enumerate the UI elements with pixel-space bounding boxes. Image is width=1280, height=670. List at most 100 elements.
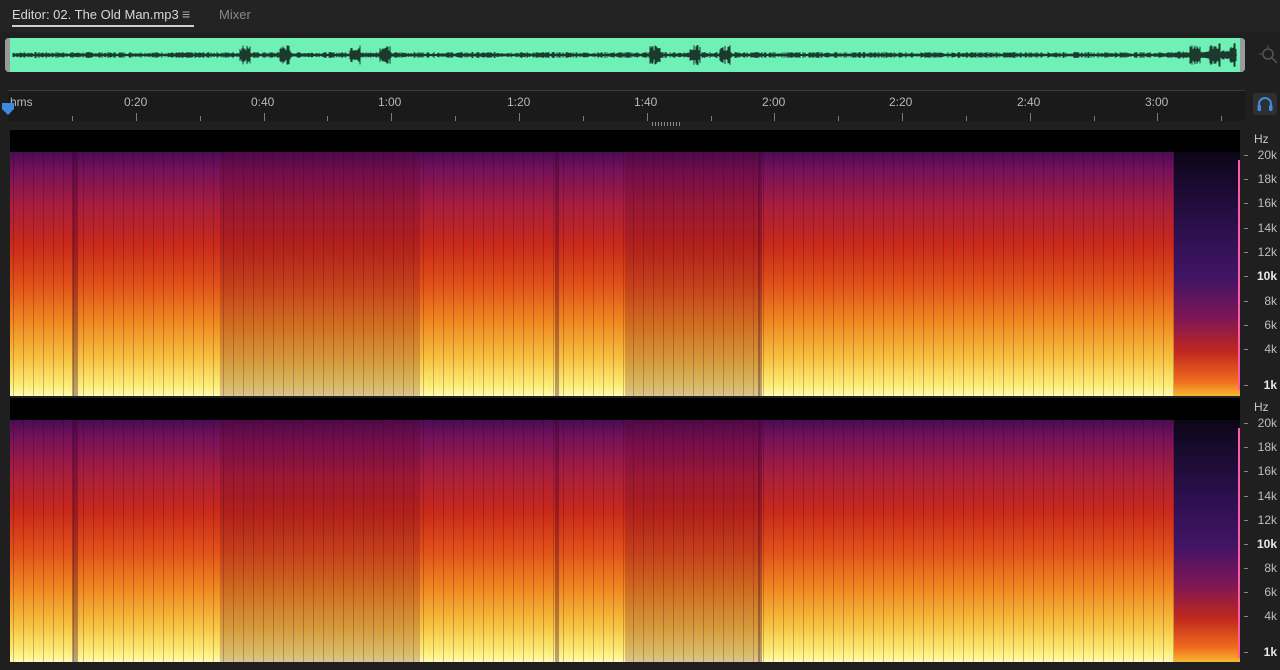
frequency-axis-right[interactable]: Hz 20k 18k 16k 14k 12k 10k 8k 6k 4k 1k <box>1244 398 1280 662</box>
frequency-tick <box>1244 496 1248 497</box>
frequency-unit-label: Hz <box>1254 132 1269 146</box>
spectral-gap <box>758 420 762 662</box>
headphones-button[interactable] <box>1253 93 1277 115</box>
ruler-tick <box>72 116 73 121</box>
ruler-tick <box>1157 113 1158 121</box>
frequency-tick <box>1244 349 1248 350</box>
frequency-tick <box>1244 616 1248 617</box>
frequency-tick <box>1244 471 1248 472</box>
playhead-icon[interactable] <box>2 103 14 115</box>
spectral-dense-region <box>220 420 420 662</box>
selection-marker <box>1238 428 1240 658</box>
ruler-tick <box>966 116 967 121</box>
spectral-dense-region <box>625 420 760 662</box>
frequency-label: 18k <box>1257 172 1277 186</box>
frequency-label: 20k <box>1257 416 1277 430</box>
frequency-label: 16k <box>1257 196 1277 210</box>
ruler-tick <box>1221 116 1222 121</box>
frequency-label: 12k <box>1257 245 1277 259</box>
ruler-tick-label: 2:20 <box>889 95 913 109</box>
overview-waveform[interactable] <box>5 38 1245 72</box>
frequency-tick <box>1244 520 1248 521</box>
frequency-label: 4k <box>1264 609 1277 623</box>
frequency-label: 1k <box>1263 378 1277 392</box>
overview-waveform-graphic <box>12 43 1237 67</box>
ruler-tick <box>647 113 648 121</box>
panel-menu-icon[interactable]: ≡ <box>182 6 190 22</box>
ruler-tick <box>838 116 839 121</box>
frequency-label: 6k <box>1264 585 1277 599</box>
spectral-display <box>10 152 1240 396</box>
ruler-tick-label: 0:20 <box>124 95 148 109</box>
ruler-tick <box>519 113 520 121</box>
frequency-tick <box>1244 325 1248 326</box>
spectral-dense-region <box>625 152 760 396</box>
frequency-label: 10k <box>1256 269 1277 283</box>
spectral-fadeout <box>1174 420 1240 662</box>
frequency-tick <box>1244 276 1248 277</box>
frequency-label: 1k <box>1263 645 1277 659</box>
selection-marker <box>1238 160 1240 390</box>
ruler-tick <box>711 116 712 121</box>
ruler-tick-label: 2:00 <box>762 95 786 109</box>
frequency-unit-label: Hz <box>1254 400 1269 414</box>
ruler-tick-label: 3:00 <box>1145 95 1169 109</box>
ruler-tick <box>583 116 584 121</box>
ruler-tick <box>264 113 265 121</box>
frequency-tick <box>1244 203 1248 204</box>
frequency-tick <box>1244 228 1248 229</box>
frequency-tick <box>1244 155 1248 156</box>
tab-bar: Editor: 02. The Old Man.mp3 ≡ Mixer <box>0 0 1280 32</box>
frequency-label: 14k <box>1257 489 1277 503</box>
frequency-label: 20k <box>1257 148 1277 162</box>
frequency-label: 12k <box>1257 513 1277 527</box>
spectral-gap <box>72 420 78 662</box>
ruler-tick <box>1094 116 1095 121</box>
timeline-ruler[interactable]: hms 0:20 0:40 1:00 1:20 1:40 2:00 2:20 2… <box>8 90 1245 121</box>
frequency-tick <box>1244 447 1248 448</box>
spectral-gap <box>72 152 78 396</box>
frequency-axis-left[interactable]: Hz 20k 18k 16k 14k 12k 10k 8k 6k 4k 1k <box>1244 130 1280 396</box>
frequency-tick <box>1244 301 1248 302</box>
spectral-dense-region <box>220 152 420 396</box>
frequency-label: 6k <box>1264 318 1277 332</box>
frequency-tick <box>1244 423 1248 424</box>
frequency-tick <box>1244 179 1248 180</box>
ruler-tick-label: 1:20 <box>507 95 531 109</box>
ruler-tick <box>391 113 392 121</box>
active-tab-indicator <box>12 25 194 27</box>
tab-mixer[interactable]: Mixer <box>219 7 251 22</box>
zoom-icon[interactable] <box>1258 44 1280 66</box>
frequency-label: 10k <box>1256 537 1277 551</box>
ruler-tick <box>774 113 775 121</box>
ruler-tick <box>327 116 328 121</box>
ruler-tick-label: 0:40 <box>251 95 275 109</box>
spectral-display <box>10 420 1240 662</box>
frequency-tick <box>1244 385 1248 386</box>
frequency-tick <box>1244 592 1248 593</box>
tab-editor[interactable]: Editor: 02. The Old Man.mp3 <box>12 7 179 22</box>
ruler-tick <box>136 113 137 121</box>
frequency-tick <box>1244 652 1248 653</box>
frequency-tick <box>1244 544 1248 545</box>
spectrogram-channel-left[interactable] <box>10 130 1240 396</box>
frequency-label: 8k <box>1264 561 1277 575</box>
frequency-label: 14k <box>1257 221 1277 235</box>
ruler-tick-label: 2:40 <box>1017 95 1041 109</box>
spectrogram-channel-right[interactable] <box>10 398 1240 662</box>
spectral-gap <box>555 420 559 662</box>
ruler-tick <box>902 113 903 121</box>
spectral-gap <box>758 152 762 396</box>
ruler-tick <box>1030 113 1031 121</box>
ruler-tick <box>455 116 456 121</box>
spectral-gap <box>555 152 559 396</box>
frequency-tick <box>1244 568 1248 569</box>
frequency-label: 8k <box>1264 294 1277 308</box>
frequency-label: 18k <box>1257 440 1277 454</box>
frequency-label: 4k <box>1264 342 1277 356</box>
ruler-tick-label: 1:00 <box>378 95 402 109</box>
spectral-fadeout <box>1174 152 1240 396</box>
ruler-tick <box>200 116 201 121</box>
resize-grip[interactable] <box>652 122 682 126</box>
overview-handle-right[interactable] <box>1240 38 1245 72</box>
